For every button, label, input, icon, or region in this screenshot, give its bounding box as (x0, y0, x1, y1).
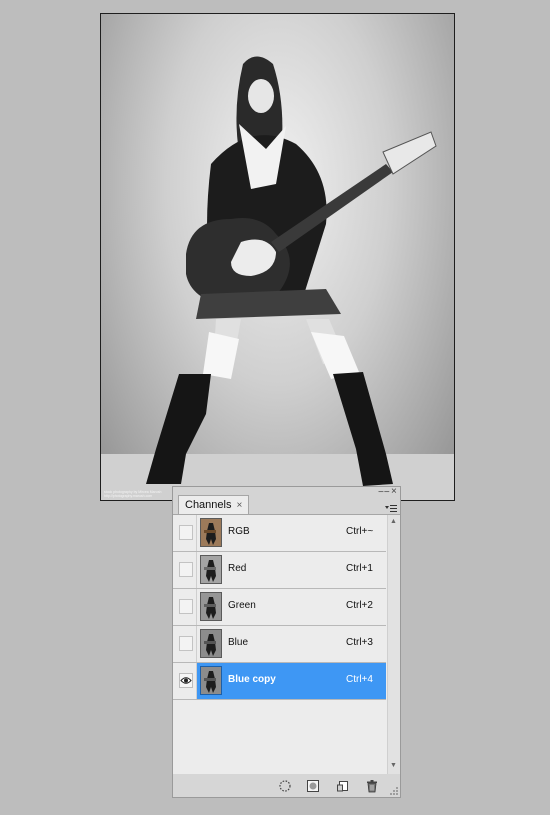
divider (196, 552, 197, 588)
divider (196, 515, 197, 551)
resize-grip-icon[interactable] (390, 787, 399, 796)
visibility-cell[interactable] (173, 626, 196, 662)
close-panel-icon[interactable]: × (391, 486, 397, 497)
channel-row-red[interactable]: Red Ctrl+1 (173, 552, 386, 589)
tab-channels[interactable]: Channels × (178, 495, 250, 514)
channel-row-rgb[interactable]: RGB Ctrl+~ (173, 515, 386, 552)
channel-thumbnail (200, 592, 222, 621)
visibility-toggle[interactable] (179, 562, 193, 577)
credit-line-2: http://photography.marush.com (104, 494, 153, 498)
collapse-panel-icon[interactable]: −− (378, 487, 390, 498)
document-canvas[interactable]: stock photography by Mircea Marush http:… (100, 13, 455, 501)
visibility-toggle[interactable] (179, 525, 193, 540)
panel-menu-icon[interactable] (385, 504, 397, 513)
visibility-toggle[interactable] (179, 673, 193, 688)
tab-close-icon[interactable]: × (236, 500, 242, 511)
save-selection-icon[interactable] (306, 779, 320, 793)
channel-name: Blue (228, 637, 249, 648)
panel-footer (173, 775, 400, 797)
channel-list: RGB Ctrl+~ Red Ctrl+1 Green Ctrl+2 Blue … (173, 514, 400, 774)
load-selection-icon[interactable] (278, 779, 292, 793)
eye-icon (180, 677, 192, 684)
scroll-down-arrow-icon[interactable]: ▼ (390, 762, 397, 769)
visibility-cell[interactable] (173, 663, 196, 699)
photo-figure (101, 56, 454, 500)
channel-row-green[interactable]: Green Ctrl+2 (173, 589, 386, 626)
tab-channels-label: Channels (185, 499, 232, 511)
divider (196, 626, 197, 662)
channel-shortcut: Ctrl+4 (346, 674, 373, 685)
channel-shortcut: Ctrl+1 (346, 563, 373, 574)
channel-thumbnail (200, 518, 222, 547)
vertical-scrollbar[interactable]: ▲ ▼ (387, 515, 400, 774)
panel-titlebar[interactable]: Channels × −− × (173, 486, 400, 514)
scroll-up-arrow-icon[interactable]: ▲ (390, 518, 397, 525)
channel-row-blue-copy[interactable]: Blue copy Ctrl+4 (173, 663, 386, 700)
channel-name: Red (228, 563, 247, 574)
channel-row-blue[interactable]: Blue Ctrl+3 (173, 626, 386, 663)
channel-name: Green (228, 600, 256, 611)
visibility-toggle[interactable] (179, 636, 193, 651)
channels-panel: Channels × −− × RGB Ctrl+~ Red Ctrl+1 Gr… (172, 486, 401, 798)
visibility-cell[interactable] (173, 515, 196, 551)
visibility-cell[interactable] (173, 552, 196, 588)
visibility-toggle[interactable] (179, 599, 193, 614)
divider (196, 663, 197, 699)
channel-thumbnail (200, 555, 222, 584)
channel-shortcut: Ctrl+2 (346, 600, 373, 611)
photo-credit: stock photography by Mircea Marush http:… (104, 490, 161, 498)
divider (196, 589, 197, 625)
channel-shortcut: Ctrl+3 (346, 637, 373, 648)
channel-thumbnail (200, 666, 222, 695)
channel-name: RGB (228, 526, 250, 537)
visibility-cell[interactable] (173, 589, 196, 625)
channel-thumbnail (200, 629, 222, 658)
delete-channel-icon[interactable] (365, 779, 379, 793)
channel-name: Blue copy (228, 674, 276, 685)
channel-shortcut: Ctrl+~ (346, 526, 374, 537)
new-channel-icon[interactable] (336, 779, 350, 793)
